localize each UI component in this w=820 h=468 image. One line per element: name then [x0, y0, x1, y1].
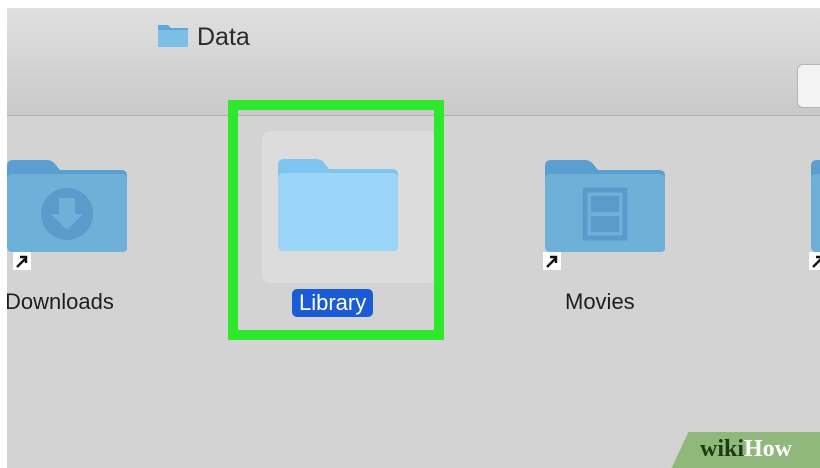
alias-arrow-icon	[13, 252, 31, 275]
folder-icon	[157, 22, 189, 53]
alias-arrow-icon	[543, 252, 561, 275]
wikihow-watermark: wikiHow	[700, 436, 793, 462]
folder-icon	[811, 160, 820, 252]
folder-item-movies[interactable]: Movies	[543, 156, 693, 316]
tutorial-highlight-box	[228, 100, 444, 340]
toolbar-button[interactable]	[797, 64, 820, 108]
window-title: Data	[157, 22, 250, 52]
folder-label-downloads: Downloads	[7, 289, 114, 314]
folder-item-downloads[interactable]: Downloads	[7, 156, 155, 316]
alias-arrow-icon	[809, 252, 820, 275]
downloads-folder-icon	[7, 160, 127, 252]
folder-label-movies: Movies	[565, 289, 635, 314]
movies-folder-icon	[545, 160, 665, 252]
window-title-text: Data	[197, 22, 250, 51]
folder-item-partial[interactable]	[809, 156, 820, 276]
